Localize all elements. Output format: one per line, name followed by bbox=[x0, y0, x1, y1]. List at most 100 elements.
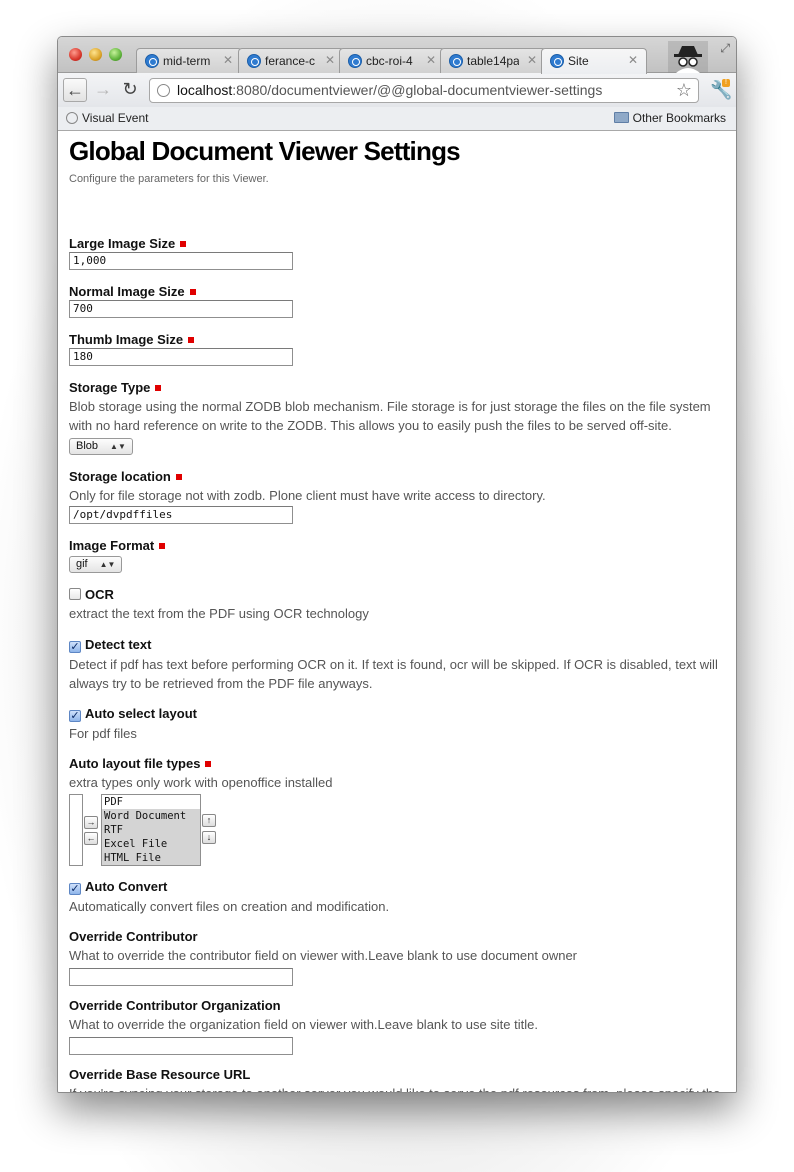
tab-close-icon[interactable]: ✕ bbox=[223, 53, 233, 67]
required-marker-icon bbox=[175, 474, 182, 480]
auto-layout-file-types-field: Auto layout file types extra types only … bbox=[69, 756, 724, 792]
field-help: Automatically convert files on creation … bbox=[69, 899, 390, 914]
tab-table14pa[interactable]: table14pa ✕ bbox=[440, 48, 546, 73]
plone-favicon-icon bbox=[145, 54, 159, 68]
forward-button[interactable]: → bbox=[91, 78, 115, 102]
plone-favicon-icon bbox=[247, 54, 261, 68]
tab-close-icon[interactable]: ✕ bbox=[426, 53, 436, 67]
field-help: extract the text from the PDF using OCR … bbox=[69, 606, 369, 621]
detect-text-checkbox[interactable]: ✓ bbox=[69, 641, 81, 653]
other-bookmarks-button[interactable]: Other Bookmarks bbox=[613, 111, 726, 125]
globe-icon bbox=[66, 112, 78, 124]
incognito-icon bbox=[668, 41, 708, 73]
normal-image-size-input[interactable]: 700 bbox=[69, 300, 293, 318]
override-contributor-org-input[interactable] bbox=[69, 1037, 293, 1055]
file-types-inout-widget: → ← PDF Word Document RTF Excel File HTM… bbox=[69, 794, 229, 866]
zoom-window-button[interactable] bbox=[109, 48, 122, 61]
tab-label: Site bbox=[568, 54, 589, 68]
tab-mid-term[interactable]: mid-term ✕ bbox=[136, 48, 242, 73]
move-up-button[interactable]: ↑ bbox=[202, 814, 216, 827]
list-item[interactable]: Word Document bbox=[102, 809, 200, 823]
normal-image-size-field: Normal Image Size 700 bbox=[69, 284, 724, 318]
url-text: localhost:8080/documentviewer/@@global-d… bbox=[177, 82, 603, 98]
tab-close-icon[interactable]: ✕ bbox=[325, 53, 335, 67]
tab-cbc-roi[interactable]: cbc-roi-4 ✕ bbox=[339, 48, 445, 73]
page-description: Configure the parameters for this Viewer… bbox=[69, 173, 269, 185]
page-title: Global Document Viewer Settings bbox=[69, 136, 461, 166]
selected-types-list[interactable]: PDF Word Document RTF Excel File HTML Fi… bbox=[101, 794, 201, 866]
field-label: Override Contributor Organization bbox=[69, 998, 281, 1013]
thumb-image-size-field: Thumb Image Size 180 bbox=[69, 332, 724, 366]
field-label: Auto Convert bbox=[85, 879, 168, 894]
auto-convert-checkbox[interactable]: ✓ bbox=[69, 883, 81, 895]
browser-window: mid-term ✕ ferance-c ✕ cbc-roi-4 ✕ table… bbox=[57, 36, 737, 1093]
required-marker-icon bbox=[159, 543, 166, 549]
fullscreen-icon[interactable]: ⤢ bbox=[720, 41, 730, 56]
storage-location-input[interactable]: /opt/dvpdffiles bbox=[69, 506, 293, 524]
available-types-list[interactable] bbox=[69, 794, 83, 866]
page-content: Global Document Viewer Settings Configur… bbox=[58, 132, 736, 1092]
image-format-select[interactable]: gif ▲▼ bbox=[69, 556, 123, 573]
tab-ferance[interactable]: ferance-c ✕ bbox=[238, 48, 344, 73]
bookmark-star-icon[interactable]: ☆ bbox=[676, 80, 692, 101]
required-marker-icon bbox=[155, 385, 162, 391]
storage-type-field: Storage Type Blob storage using the norm… bbox=[69, 380, 724, 455]
bookmark-label: Other Bookmarks bbox=[632, 111, 726, 125]
ocr-field: OCR extract the text from the PDF using … bbox=[69, 587, 724, 623]
tab-label: table14pa bbox=[467, 54, 519, 68]
close-window-button[interactable] bbox=[69, 48, 82, 61]
field-label: Storage Type bbox=[69, 380, 151, 395]
select-arrows-icon: ▲▼ bbox=[99, 560, 116, 569]
field-help: If you're syncing your storage to anothe… bbox=[69, 1084, 724, 1092]
tab-site[interactable]: Site ✕ bbox=[541, 48, 647, 74]
move-down-button[interactable]: ↓ bbox=[202, 831, 216, 844]
plone-favicon-icon bbox=[449, 54, 463, 68]
field-help: What to override the contributor field o… bbox=[69, 948, 577, 963]
storage-location-field: Storage location Only for file storage n… bbox=[69, 469, 724, 524]
auto-convert-field: ✓ Auto Convert Automatically convert file… bbox=[69, 879, 724, 916]
plone-favicon-icon bbox=[348, 54, 362, 68]
folder-icon bbox=[613, 112, 629, 123]
move-right-button[interactable]: → bbox=[84, 816, 98, 829]
reload-button[interactable]: ↻ bbox=[118, 78, 142, 102]
storage-type-select[interactable]: Blob ▲▼ bbox=[69, 438, 133, 455]
bookmark-label: Visual Event bbox=[82, 111, 149, 125]
tab-label: mid-term bbox=[163, 54, 211, 68]
select-value: gif bbox=[76, 558, 88, 570]
tab-label: cbc-roi-4 bbox=[366, 54, 413, 68]
plone-favicon-icon bbox=[550, 54, 564, 68]
auto-select-layout-checkbox[interactable]: ✓ bbox=[69, 710, 81, 722]
field-label: Auto layout file types bbox=[69, 756, 201, 771]
browser-toolbar: ← → ↻ localhost:8080/documentviewer/@@gl… bbox=[58, 73, 736, 107]
address-bar[interactable]: localhost:8080/documentviewer/@@global-d… bbox=[149, 78, 699, 103]
bookmarks-bar: Visual Event Other Bookmarks bbox=[58, 107, 736, 131]
tab-close-icon[interactable]: ✕ bbox=[628, 53, 638, 67]
thumb-image-size-input[interactable]: 180 bbox=[69, 348, 293, 366]
tab-close-icon[interactable]: ✕ bbox=[527, 53, 537, 67]
bookmark-visual-event[interactable]: Visual Event bbox=[66, 111, 149, 125]
field-help: Detect if pdf has text before performing… bbox=[69, 657, 718, 691]
field-help: What to override the organization field … bbox=[69, 1017, 538, 1032]
override-contributor-input[interactable] bbox=[69, 968, 293, 986]
back-button[interactable]: ← bbox=[63, 78, 87, 102]
tab-label: ferance-c bbox=[265, 54, 316, 68]
override-contributor-org-field: Override Contributor Organization What t… bbox=[69, 998, 724, 1055]
field-label: Detect text bbox=[85, 637, 152, 652]
image-format-field: Image Format gif ▲▼ bbox=[69, 538, 724, 573]
field-label: Auto select layout bbox=[85, 706, 197, 721]
field-label: Thumb Image Size bbox=[69, 332, 184, 347]
detect-text-field: ✓ Detect text Detect if pdf has text befo… bbox=[69, 637, 724, 693]
minimize-window-button[interactable] bbox=[89, 48, 102, 61]
field-label: OCR bbox=[85, 587, 114, 602]
field-label: Override Base Resource URL bbox=[69, 1067, 251, 1082]
list-item[interactable]: PDF bbox=[102, 795, 200, 809]
large-image-size-input[interactable]: 1,000 bbox=[69, 252, 293, 270]
field-help: extra types only work with openoffice in… bbox=[69, 775, 333, 790]
list-item[interactable]: Excel File bbox=[102, 837, 200, 851]
auto-select-layout-field: ✓ Auto select layout For pdf files bbox=[69, 706, 724, 743]
list-item[interactable]: HTML File bbox=[102, 851, 200, 865]
ocr-checkbox[interactable] bbox=[69, 588, 81, 600]
move-left-button[interactable]: ← bbox=[84, 832, 98, 845]
list-item[interactable]: RTF bbox=[102, 823, 200, 837]
field-help: Only for file storage not with zodb. Plo… bbox=[69, 488, 546, 503]
